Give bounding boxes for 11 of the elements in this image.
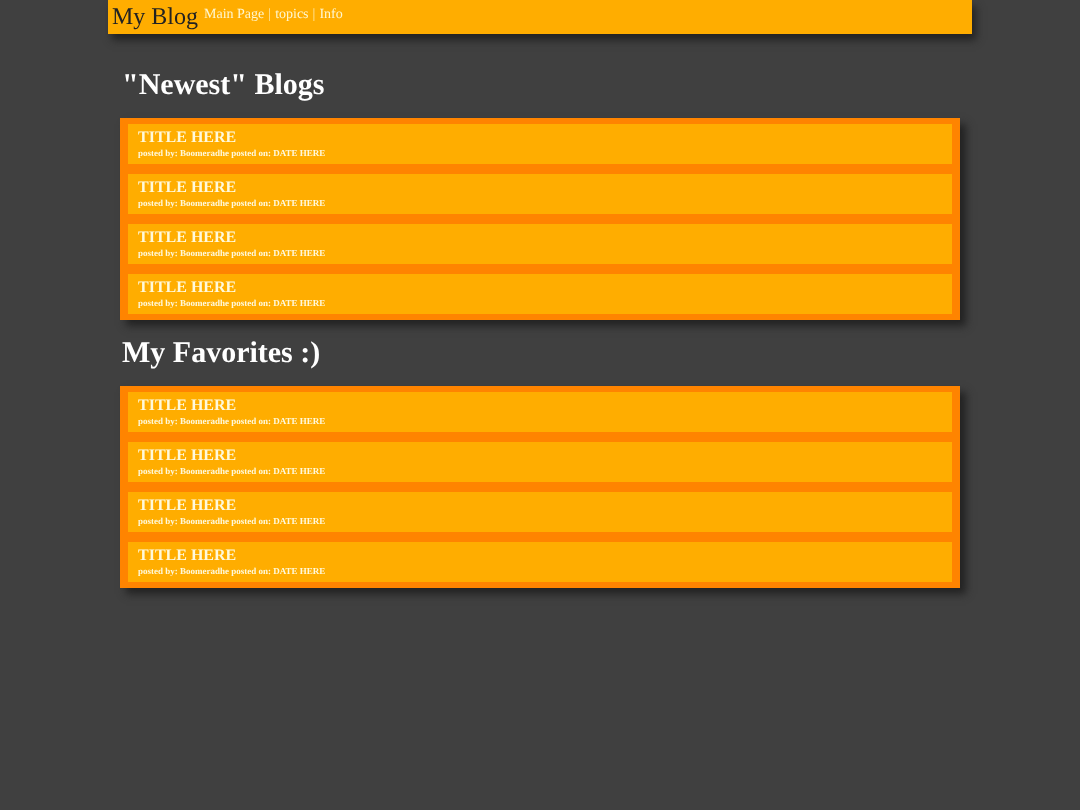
post-title: TITLE HERE [138, 128, 239, 146]
section-heading: My Favorites :) [122, 336, 323, 372]
post-title: TITLE HERE [138, 396, 239, 414]
post-title: TITLE HERE [138, 178, 239, 196]
post-title: TITLE HERE [138, 278, 239, 296]
section-heading: "Newest" Blogs [122, 68, 327, 104]
post-title: TITLE HERE [138, 228, 239, 246]
post-title: TITLE HERE [138, 446, 239, 464]
post-title: TITLE HERE [138, 496, 239, 514]
site-title[interactable]: My Blog [108, 0, 205, 32]
post-title: TITLE HERE [138, 546, 239, 564]
